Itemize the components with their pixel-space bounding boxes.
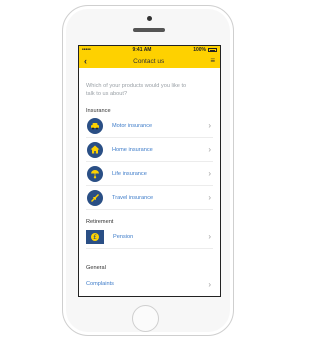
battery-percent: 100% <box>193 47 206 53</box>
hamburger-menu-icon[interactable]: ≡ <box>210 57 215 65</box>
battery-indicator: 100% <box>193 47 217 53</box>
car-icon <box>87 117 103 134</box>
list-item-complaints[interactable]: Complaints › <box>86 277 213 291</box>
home-insurance-label: Home insurance <box>112 146 153 153</box>
chevron-right-icon: › <box>208 232 211 241</box>
battery-icon <box>208 48 217 52</box>
pension-label: Pension <box>113 233 134 240</box>
app-screen: ••••• 9:41 AM 100% ‹ Contact us ≡ Which … <box>78 45 221 297</box>
list-item-travel-insurance[interactable]: Travel insurance › <box>86 186 213 210</box>
list-item-motor-insurance[interactable]: Motor insurance › <box>86 114 213 138</box>
question-text: Which of your products would you like to… <box>86 83 187 97</box>
chevron-right-icon: › <box>208 169 211 178</box>
nav-bar: ‹ Contact us ≡ <box>79 54 220 68</box>
chevron-right-icon: › <box>208 193 211 202</box>
airplane-icon <box>87 189 103 206</box>
umbrella-person-icon <box>87 165 103 182</box>
motor-insurance-label: Motor insurance <box>112 122 153 129</box>
page-title: Contact us <box>133 57 165 65</box>
list-item-pension[interactable]: £ Pension › <box>86 225 213 249</box>
section-heading-general: General <box>86 265 106 271</box>
svg-text:£: £ <box>93 234 97 241</box>
list-item-home-insurance[interactable]: Home insurance › <box>86 138 213 162</box>
earpiece-speaker <box>133 28 165 32</box>
chevron-right-icon: › <box>208 279 211 289</box>
pension-pound-icon: £ <box>86 229 104 244</box>
carrier-signal: ••••• <box>82 47 91 53</box>
status-bar: ••••• 9:41 AM 100% <box>79 46 220 54</box>
house-icon <box>87 141 103 158</box>
list-item-life-insurance[interactable]: Life insurance › <box>86 162 213 186</box>
status-time: 9:41 AM <box>132 47 152 53</box>
front-camera <box>147 16 152 21</box>
life-insurance-label: Life insurance <box>112 170 147 177</box>
chevron-right-icon: › <box>208 145 211 154</box>
travel-insurance-label: Travel insurance <box>112 194 154 201</box>
chevron-right-icon: › <box>208 121 211 130</box>
complaints-label: Complaints <box>86 281 114 287</box>
chevron-left-icon[interactable]: ‹ <box>84 56 87 66</box>
home-button[interactable] <box>132 305 159 332</box>
main-content: Which of your products would you like to… <box>79 82 220 291</box>
